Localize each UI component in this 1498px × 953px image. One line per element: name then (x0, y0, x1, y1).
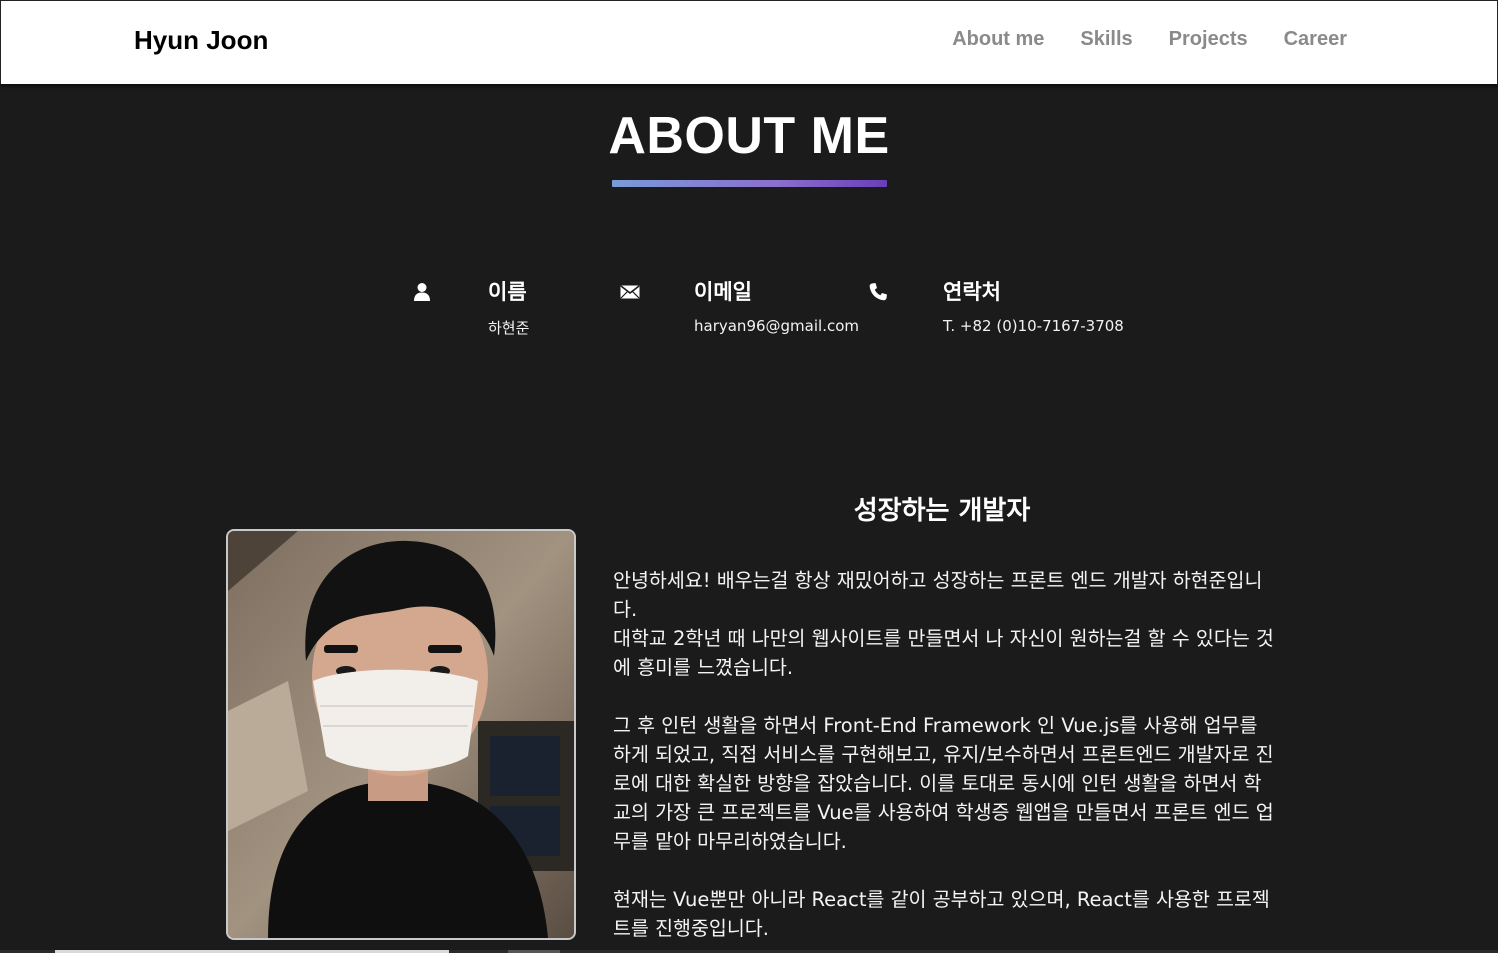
profile-photo (226, 529, 576, 940)
info-value-email[interactable]: haryan96@gmail.com (694, 317, 859, 335)
intro-paragraph: 그 후 인턴 생활을 하면서 Front-End Framework 인 Vue… (613, 714, 1274, 853)
info-value-phone: T. +82 (0)10-7167-3708 (943, 317, 1124, 335)
info-label-name: 이름 (488, 280, 527, 304)
info-label-email: 이메일 (694, 280, 752, 304)
top-navbar: Hyun Joon About me Skills Projects Caree… (0, 0, 1498, 84)
section-title: ABOUT ME (608, 107, 890, 165)
phone-icon (868, 282, 888, 302)
title-underline (612, 180, 887, 187)
intro-body: 안녕하세요! 배우는걸 항상 재밌어하고 성장하는 프론트 엔드 개발자 하현준… (613, 566, 1278, 953)
nav-link-about[interactable]: About me (952, 28, 1044, 51)
user-icon (412, 282, 432, 302)
nav-links: About me Skills Projects Career (952, 28, 1347, 51)
brand-logo-text[interactable]: Hyun Joon (134, 25, 268, 56)
intro-heading: 성장하는 개발자 (853, 496, 1031, 526)
nav-link-skills[interactable]: Skills (1080, 28, 1132, 51)
info-value-name: 하현준 (488, 319, 530, 337)
envelope-icon (620, 282, 640, 302)
intro-paragraph: 현재는 Vue뿐만 아니라 React를 같이 공부하고 있으며, React를… (613, 888, 1270, 940)
nav-link-projects[interactable]: Projects (1169, 28, 1248, 51)
nav-link-career[interactable]: Career (1284, 28, 1347, 51)
intro-paragraph: 안녕하세요! 배우는걸 항상 재밌어하고 성장하는 프론트 엔드 개발자 하현준… (613, 569, 1274, 679)
contact-info-row: 이름 하현준 이메일 haryan96@gmail.com 연락처 T. +82… (0, 276, 1498, 346)
info-label-phone: 연락처 (943, 280, 1001, 304)
